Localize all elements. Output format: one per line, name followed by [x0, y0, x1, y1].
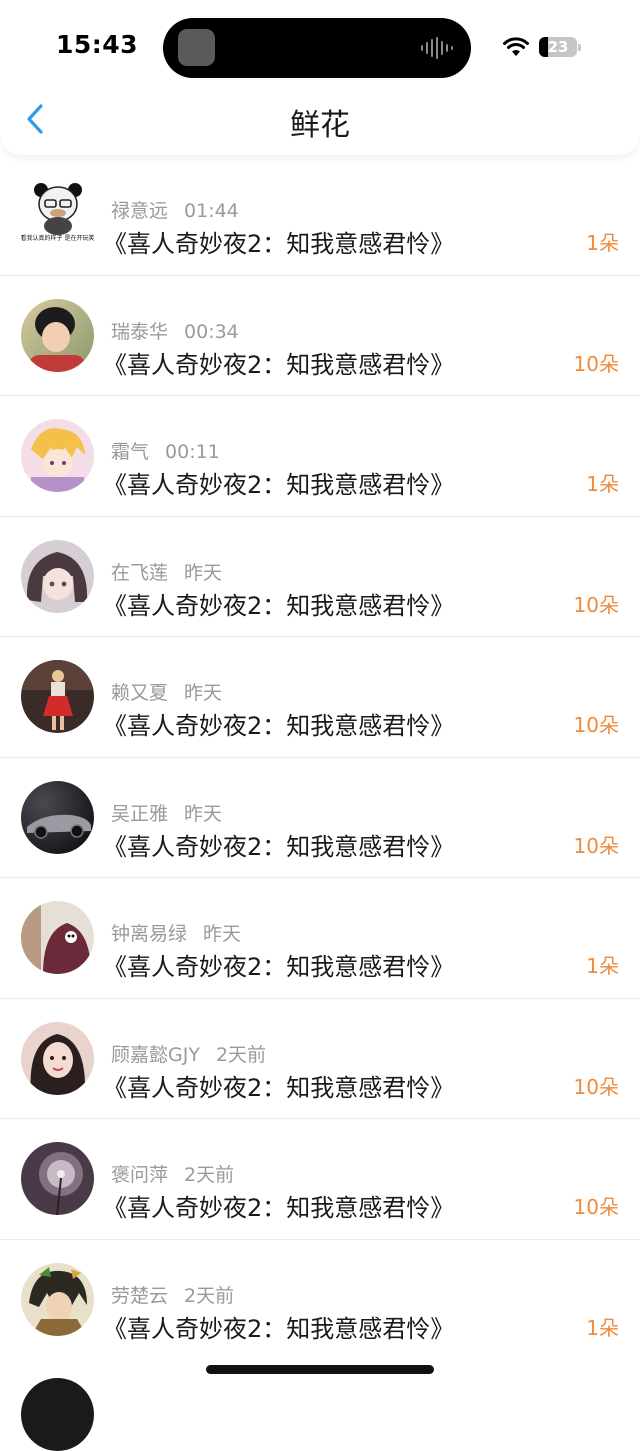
- app-thumbnail-icon: [178, 29, 215, 66]
- list-item[interactable]: 劳楚云 2天前 《喜人奇妙夜2：知我意感君怜》 1朵: [0, 1238, 640, 1360]
- flower-count: 1朵: [586, 472, 619, 496]
- avatar-caption: 你看我认真的样子 是在开玩笑吗: [21, 234, 94, 242]
- avatar-next-partial: [21, 1378, 94, 1451]
- avatar-boy-photo[interactable]: [21, 298, 94, 372]
- battery-indicator: 23: [539, 37, 577, 57]
- list-item[interactable]: 霜气 00:11 《喜人奇妙夜2：知我意感君怜》 1朵: [0, 395, 640, 516]
- gift-time: 昨天: [203, 923, 242, 945]
- movie-title: 《喜人奇妙夜2：知我意感君怜》: [103, 471, 455, 499]
- gift-time: 昨天: [184, 561, 223, 584]
- avatar-anime-blonde[interactable]: [21, 419, 94, 492]
- dynamic-island: [163, 18, 471, 78]
- list-item[interactable]: 在飞莲 昨天 《喜人奇妙夜2：知我意感君怜》 10朵: [0, 515, 640, 637]
- movie-title: 《喜人奇妙夜2：知我意感君怜》: [103, 1314, 455, 1343]
- flower-count: 1朵: [586, 231, 619, 255]
- avatar-panda-meme[interactable]: 你看我认真的样子 是在开玩笑吗: [21, 178, 94, 251]
- user-name[interactable]: 褒问萍: [111, 1164, 168, 1186]
- movie-title: 《喜人奇妙夜2：知我意感君怜》: [103, 1073, 455, 1102]
- movie-title: 《喜人奇妙夜2：知我意感君怜》: [103, 591, 455, 620]
- gift-time: 00:34: [184, 320, 239, 343]
- navigation-header: 15:43 23 鲜花: [0, 0, 640, 155]
- gift-time: 昨天: [184, 802, 223, 825]
- movie-title: 《喜人奇妙夜2：知我意感君怜》: [103, 230, 455, 258]
- wifi-icon: [503, 37, 529, 56]
- movie-title: 《喜人奇妙夜2：知我意感君怜》: [103, 712, 455, 740]
- user-name[interactable]: 顾嘉懿GJY: [111, 1044, 200, 1066]
- flower-count: 10朵: [573, 713, 619, 737]
- user-name[interactable]: 劳楚云: [111, 1285, 168, 1307]
- user-name[interactable]: 在飞莲: [111, 562, 168, 584]
- avatar-skull-hoodie[interactable]: [21, 901, 94, 974]
- user-name[interactable]: 瑞泰华: [111, 321, 168, 343]
- list-item[interactable]: 赖又夏 昨天 《喜人奇妙夜2：知我意感君怜》 10朵: [0, 636, 640, 757]
- gift-time: 2天前: [184, 1164, 235, 1186]
- list-item[interactable]: 顾嘉懿GJY 2天前 《喜人奇妙夜2：知我意感君怜》 10朵: [0, 997, 640, 1119]
- flower-gift-list: 你看我认真的样子 是在开玩笑吗 禄意远 01:44 《喜人奇妙夜2：知我意感君怜》…: [0, 155, 640, 1359]
- flower-count: 10朵: [573, 592, 619, 617]
- battery-level: 23: [547, 38, 569, 56]
- audio-waveform-icon: [421, 37, 461, 59]
- page-title: 鲜花: [290, 108, 350, 143]
- list-item[interactable]: 钟离易绿 昨天 《喜人奇妙夜2：知我意感君怜》 1朵: [0, 877, 640, 998]
- gift-time: 00:11: [165, 441, 220, 463]
- flower-count: 10朵: [573, 351, 619, 376]
- movie-title: 《喜人奇妙夜2：知我意感君怜》: [103, 1194, 455, 1222]
- movie-title: 《喜人奇妙夜2：知我意感君怜》: [103, 832, 455, 861]
- list-item[interactable]: 吴正雅 昨天 《喜人奇妙夜2：知我意感君怜》 10朵: [0, 756, 640, 878]
- user-name[interactable]: 赖又夏: [111, 682, 168, 704]
- avatar-sports-car[interactable]: [21, 780, 94, 854]
- status-time: 15:43: [56, 30, 139, 59]
- home-indicator[interactable]: [206, 1365, 434, 1374]
- movie-title: 《喜人奇妙夜2：知我意感君怜》: [103, 350, 455, 379]
- list-item[interactable]: 褒问萍 2天前 《喜人奇妙夜2：知我意感君怜》 10朵: [0, 1118, 640, 1239]
- avatar-woman-red-dress[interactable]: [21, 660, 94, 733]
- user-name[interactable]: 吴正雅: [111, 803, 168, 825]
- flower-count: 10朵: [573, 1195, 619, 1219]
- flower-count: 10朵: [573, 1074, 619, 1099]
- avatar-girl-selfie[interactable]: [21, 1021, 94, 1095]
- avatar-dandelion[interactable]: [21, 1142, 94, 1215]
- avatar-anime-warrior[interactable]: [21, 1262, 94, 1336]
- list-item[interactable]: 你看我认真的样子 是在开玩笑吗 禄意远 01:44 《喜人奇妙夜2：知我意感君怜》…: [0, 155, 640, 275]
- battery-cap-icon: [578, 44, 581, 51]
- gift-time: 昨天: [184, 682, 223, 704]
- user-name[interactable]: 禄意远: [111, 200, 168, 222]
- user-name[interactable]: 钟离易绿: [111, 923, 187, 945]
- gift-time: 01:44: [184, 200, 239, 222]
- movie-title: 《喜人奇妙夜2：知我意感君怜》: [103, 953, 455, 981]
- avatar-anime-girl[interactable]: [21, 539, 94, 613]
- flower-count: 1朵: [586, 954, 619, 978]
- gift-time: 2天前: [184, 1284, 235, 1307]
- gift-time: 2天前: [215, 1043, 267, 1066]
- flower-count: 1朵: [586, 1315, 619, 1340]
- user-name[interactable]: 霜气: [111, 441, 149, 463]
- flower-count: 10朵: [573, 833, 619, 858]
- list-item[interactable]: 瑞泰华 00:34 《喜人奇妙夜2：知我意感君怜》 10朵: [0, 274, 640, 396]
